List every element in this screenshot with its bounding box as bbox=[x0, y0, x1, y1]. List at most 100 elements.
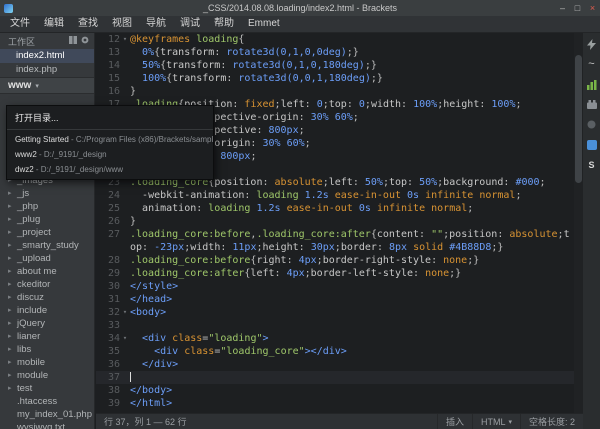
menubar: 文件编辑查找视图导航调试帮助Emmet bbox=[0, 16, 600, 33]
recent-project-item[interactable]: dwz2 - D:/_9191/_design/www bbox=[7, 162, 213, 177]
menu-导航[interactable]: 导航 bbox=[139, 16, 173, 32]
insert-mode-indicator[interactable]: 插入 bbox=[437, 414, 472, 429]
tree-folder-discuz[interactable]: ▸discuz bbox=[0, 291, 94, 304]
working-file-index2.html[interactable]: index2.html bbox=[0, 49, 94, 63]
editor-scrollbar[interactable] bbox=[574, 33, 583, 413]
menu-编辑[interactable]: 编辑 bbox=[37, 16, 71, 32]
tree-folder-_js[interactable]: ▸_js bbox=[0, 187, 94, 200]
tree-folder-_project[interactable]: ▸_project bbox=[0, 226, 94, 239]
code-line[interactable]: 33 bbox=[96, 319, 574, 332]
code-line[interactable]: 39</html> bbox=[96, 397, 574, 410]
tree-file-.htaccess[interactable]: .htaccess bbox=[0, 395, 94, 408]
folder-arrow-icon: ▸ bbox=[8, 265, 14, 278]
sidebar: 工作区 index2.htmlindex.php www ▾ ▸_images▸… bbox=[0, 33, 95, 429]
code-line[interactable]: 25 animation: loading 1.2s ease-in-out 0… bbox=[96, 202, 574, 215]
code-line[interactable]: 37 bbox=[96, 371, 574, 384]
code-line[interactable]: 27.loading_core:before,.loading_core:aft… bbox=[96, 228, 574, 254]
code-line[interactable]: 24 -webkit-animation: loading 1.2s ease-… bbox=[96, 189, 574, 202]
recent-projects: Getting Started - C:/Program Files (x86)… bbox=[7, 132, 213, 177]
menu-Emmet[interactable]: Emmet bbox=[241, 16, 287, 32]
file-tree: ▸_images▸_js▸_php▸_plug▸_project▸_smarty… bbox=[0, 174, 94, 429]
tree-folder-include[interactable]: ▸include bbox=[0, 304, 94, 317]
fold-gutter bbox=[120, 215, 130, 228]
fold-gutter bbox=[120, 254, 130, 267]
code-line[interactable]: 31</head> bbox=[96, 293, 574, 306]
tree-folder-_smarty_study[interactable]: ▸_smarty_study bbox=[0, 239, 94, 252]
tree-folder-_php[interactable]: ▸_php bbox=[0, 200, 94, 213]
folder-arrow-icon: ▸ bbox=[8, 187, 14, 200]
working-file-index.php[interactable]: index.php bbox=[0, 63, 94, 77]
line-number: 16 bbox=[96, 85, 120, 98]
editor[interactable]: 12▾@keyframes loading{13 0%{transform: r… bbox=[96, 33, 574, 413]
code-line[interactable]: 34▾ <div class="loading"> bbox=[96, 332, 574, 345]
menu-帮助[interactable]: 帮助 bbox=[207, 16, 241, 32]
code-line[interactable]: 13 0%{transform: rotate3d(0,1,0,0deg);} bbox=[96, 46, 574, 59]
code-line[interactable]: 15 100%{transform: rotate3d(0,0,1,180deg… bbox=[96, 72, 574, 85]
text-cursor bbox=[130, 372, 131, 382]
code-line[interactable]: 32▾<body> bbox=[96, 306, 574, 319]
tree-folder-_plug[interactable]: ▸_plug bbox=[0, 213, 94, 226]
fold-arrow-icon[interactable]: ▾ bbox=[120, 332, 130, 345]
right-toolbar: ~S bbox=[583, 33, 600, 429]
code-line[interactable]: 29.loading_core:after{left: 4px;border-l… bbox=[96, 267, 574, 280]
menu-视图[interactable]: 视图 bbox=[105, 16, 139, 32]
code-line[interactable]: 16} bbox=[96, 85, 574, 98]
tree-folder-jQuery[interactable]: ▸jQuery bbox=[0, 317, 94, 330]
language-selector[interactable]: HTML ▾ bbox=[472, 414, 520, 429]
tree-folder-module[interactable]: ▸module bbox=[0, 369, 94, 382]
folder-arrow-icon: ▸ bbox=[8, 213, 14, 226]
line-number: 37 bbox=[96, 371, 120, 384]
code-line[interactable]: 12▾@keyframes loading{ bbox=[96, 33, 574, 46]
code-line[interactable]: 35 <div class="loading_core"></div> bbox=[96, 345, 574, 358]
validator-icon[interactable] bbox=[586, 139, 597, 150]
live-preview-icon[interactable] bbox=[586, 39, 597, 50]
stats-icon[interactable] bbox=[586, 79, 597, 90]
code-text: </style> bbox=[130, 280, 574, 293]
close-button[interactable]: × bbox=[585, 0, 600, 16]
line-number: 26 bbox=[96, 215, 120, 228]
menu-文件[interactable]: 文件 bbox=[3, 16, 37, 32]
tree-file-wysiwyg.txt[interactable]: wysiwyg.txt bbox=[0, 421, 94, 429]
code-line[interactable]: 28.loading_core:before{right: 4px;border… bbox=[96, 254, 574, 267]
line-number: 25 bbox=[96, 202, 120, 215]
tree-folder-about me[interactable]: ▸about me bbox=[0, 265, 94, 278]
code-line[interactable]: 38</body> bbox=[96, 384, 574, 397]
maximize-button[interactable]: □ bbox=[570, 0, 585, 16]
code-line[interactable]: 36 </div> bbox=[96, 358, 574, 371]
tree-folder-mobile[interactable]: ▸mobile bbox=[0, 356, 94, 369]
tree-folder-_upload[interactable]: ▸_upload bbox=[0, 252, 94, 265]
fold-gutter bbox=[120, 384, 130, 397]
code-text bbox=[130, 319, 574, 332]
code-text: 50%{transform: rotate3d(0,1,0,180deg);} bbox=[130, 59, 574, 72]
tree-folder-libs[interactable]: ▸libs bbox=[0, 343, 94, 356]
tree-folder-test[interactable]: ▸test bbox=[0, 382, 94, 395]
project-dropdown[interactable]: www ▾ bbox=[0, 77, 94, 94]
menu-查找[interactable]: 查找 bbox=[71, 16, 105, 32]
extension-manager-icon[interactable] bbox=[586, 99, 597, 110]
minimize-button[interactable]: – bbox=[555, 0, 570, 16]
line-number: 29 bbox=[96, 267, 120, 280]
fold-gutter bbox=[120, 280, 130, 293]
recent-project-item[interactable]: Getting Started - C:/Program Files (x86)… bbox=[7, 132, 213, 147]
code-line[interactable]: 26} bbox=[96, 215, 574, 228]
code-line[interactable]: 30</style> bbox=[96, 280, 574, 293]
code-line[interactable]: 14 50%{transform: rotate3d(0,1,0,180deg)… bbox=[96, 59, 574, 72]
health-icon[interactable] bbox=[586, 119, 597, 130]
tree-folder-lianer[interactable]: ▸lianer bbox=[0, 330, 94, 343]
snippets-icon[interactable]: S bbox=[586, 159, 597, 170]
open-folder-item[interactable]: 打开目录... bbox=[7, 108, 213, 127]
menu-调试[interactable]: 调试 bbox=[173, 16, 207, 32]
gear-icon[interactable] bbox=[81, 36, 89, 46]
beautify-icon[interactable]: ~ bbox=[586, 59, 597, 70]
folder-arrow-icon: ▸ bbox=[8, 304, 14, 317]
code-text: </body> bbox=[130, 384, 574, 397]
tree-file-my_index_01.php[interactable]: my_index_01.php bbox=[0, 408, 94, 421]
spaces-setting[interactable]: 空格长度: 2 bbox=[520, 414, 583, 429]
scrollbar-thumb[interactable] bbox=[575, 55, 582, 183]
fold-arrow-icon[interactable]: ▾ bbox=[120, 33, 130, 46]
statusbar: 行 37，列 1 — 62 行 插入 HTML ▾ 空格长度: 2 bbox=[96, 413, 583, 429]
split-view-icon[interactable] bbox=[69, 36, 77, 46]
fold-arrow-icon[interactable]: ▾ bbox=[120, 306, 130, 319]
tree-folder-ckeditor[interactable]: ▸ckeditor bbox=[0, 278, 94, 291]
recent-project-item[interactable]: www2 - D:/_9191/_design bbox=[7, 147, 213, 162]
